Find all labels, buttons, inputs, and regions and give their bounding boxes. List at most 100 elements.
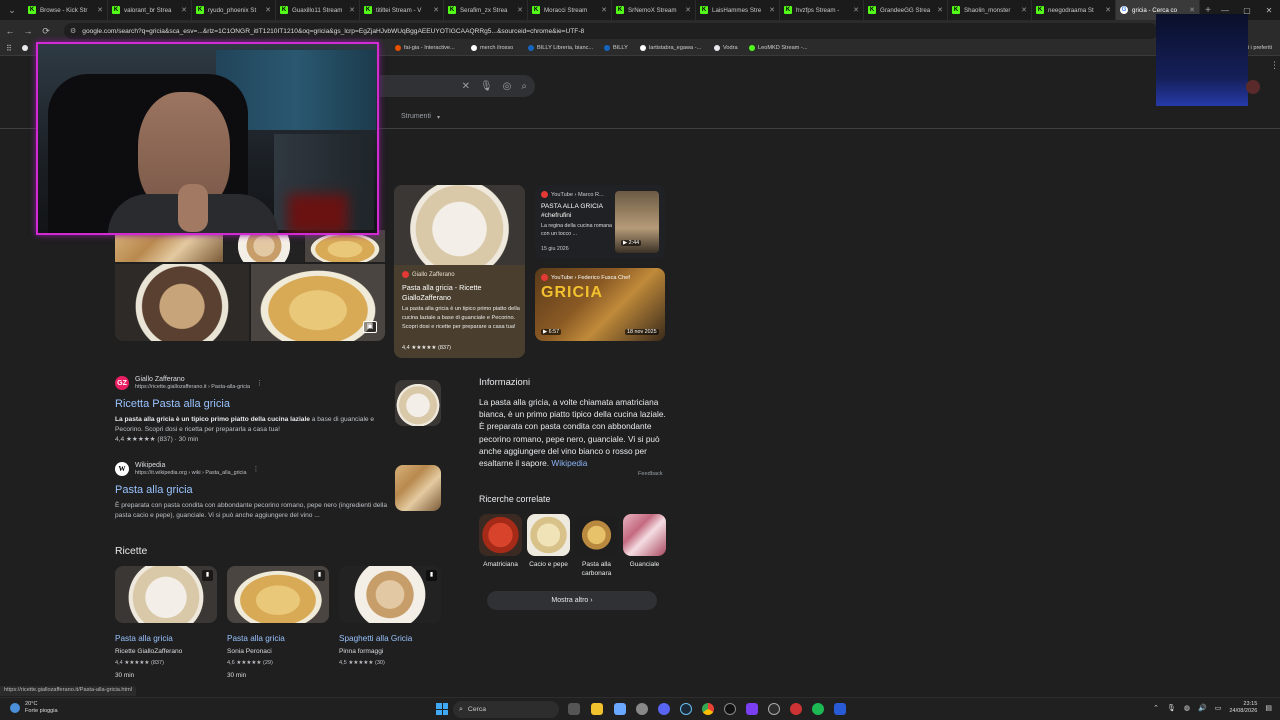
close-tab-icon[interactable]: ✕ <box>853 6 859 14</box>
chevron-up-icon[interactable]: ⌃ <box>1153 704 1159 712</box>
search-box[interactable]: ✕ 🎙 ◎ ⌕ <box>380 75 535 97</box>
bookmark-item[interactable]: LeoMKD Stream -... <box>749 45 807 51</box>
browser-tab[interactable]: K Shaolin_monster ✕ <box>948 0 1032 20</box>
close-tab-icon[interactable]: ✕ <box>1021 6 1027 14</box>
feedback-link[interactable]: Feedback <box>638 471 663 477</box>
related-search-item[interactable]: Cacio e pepe <box>527 514 570 570</box>
file-explorer-icon[interactable] <box>591 703 603 715</box>
app-icon[interactable] <box>790 703 802 715</box>
result-title-link[interactable]: Ricetta Pasta alla gricia <box>115 398 390 410</box>
bookmark-item[interactable]: merch ilrosso <box>471 45 513 51</box>
app-icon[interactable] <box>834 703 846 715</box>
video-title[interactable]: PASTA ALLA GRICIA #chefrufini <box>541 202 613 220</box>
steam-icon[interactable] <box>680 703 692 715</box>
browser-tab[interactable]: K Guaxillo11 Stream ✕ <box>276 0 360 20</box>
image-result[interactable]: ▣ <box>251 264 385 341</box>
related-search-item[interactable]: Pasta alla carbonara <box>575 514 618 578</box>
close-tab-icon[interactable]: ✕ <box>937 6 943 14</box>
task-view-icon[interactable] <box>568 703 580 715</box>
recipe-card[interactable]: ▮ Pasta alla gricia Sonia Peronaci 4,6 ★… <box>227 566 329 679</box>
recipe-card[interactable]: ▮ Spaghetti alla Gricia Pinna formaggi 4… <box>339 566 441 666</box>
bookmark-item[interactable]: Vodra <box>714 45 738 51</box>
reload-icon[interactable]: ⟳ <box>38 26 54 37</box>
apps-grid-icon[interactable]: ⠿ <box>6 44 12 53</box>
gallery-icon[interactable]: ▣ <box>363 321 377 333</box>
result-site[interactable]: W Wikipedia https://it.wikipedia.org › w… <box>115 462 390 476</box>
notifications-icon[interactable]: ▤ <box>1265 704 1272 712</box>
bookmark-icon[interactable]: ▮ <box>314 570 325 581</box>
app-icon[interactable] <box>614 703 626 715</box>
featured-title[interactable]: Pasta alla gricia - Ricette GialloZaffer… <box>402 283 520 303</box>
weather-widget[interactable]: 20°C Forte pioggia <box>10 701 58 715</box>
close-tab-icon[interactable]: ✕ <box>181 6 187 14</box>
browser-tab[interactable]: Khvzfps Stream - ✕ <box>780 0 864 20</box>
clear-search-icon[interactable]: ✕ <box>462 81 470 92</box>
recipe-title[interactable]: Pasta alla gricia <box>115 634 217 643</box>
close-tab-icon[interactable]: ✕ <box>769 6 775 14</box>
recipe-title[interactable]: Pasta alla gricia <box>227 634 329 643</box>
back-icon[interactable]: ← <box>2 26 18 36</box>
close-tab-icon[interactable]: ✕ <box>685 6 691 14</box>
bookmark-item[interactable]: lartistabra_egawa -... <box>640 45 701 51</box>
browser-tab[interactable]: Ktitiltei Stream - V ✕ <box>360 0 444 20</box>
spotify-icon[interactable] <box>812 703 824 715</box>
bookmark-icon[interactable]: ▮ <box>426 570 437 581</box>
site-info-icon[interactable]: ⚙ <box>70 27 76 35</box>
lens-search-icon[interactable]: ◎ <box>503 81 512 92</box>
featured-image[interactable] <box>394 185 525 265</box>
more-options-icon[interactable]: ⋮ <box>252 465 259 473</box>
tab-search-icon[interactable]: ⌄ <box>0 0 24 20</box>
browser-tab[interactable]: K SrNemoX Stream ✕ <box>612 0 696 20</box>
browser-tab[interactable]: K Moracci Stream ✕ <box>528 0 612 20</box>
battery-icon[interactable]: ▭ <box>1215 704 1222 712</box>
network-icon[interactable]: ◍ <box>1184 704 1190 712</box>
close-tab-icon[interactable]: ✕ <box>1189 6 1195 14</box>
close-icon[interactable]: ✕ <box>1258 6 1280 15</box>
close-tab-icon[interactable]: ✕ <box>349 6 355 14</box>
image-result[interactable] <box>115 264 249 341</box>
more-options-icon[interactable]: ⋮ <box>256 379 263 387</box>
address-bar[interactable]: ⚙ google.com/search?q=gricia&sca_esv=...… <box>64 23 1158 39</box>
taskbar-search[interactable]: ⌕ Cerca <box>453 701 559 718</box>
browser-tab[interactable]: K GrandeeGG Strea ✕ <box>864 0 948 20</box>
app-icon[interactable] <box>636 703 648 715</box>
close-tab-icon[interactable]: ✕ <box>601 6 607 14</box>
avatar[interactable] <box>1246 80 1260 94</box>
related-search-item[interactable]: Amatriciana <box>479 514 522 570</box>
wikipedia-link[interactable]: Wikipedia <box>551 458 587 468</box>
google-apps-icon[interactable]: ⋮ <box>1270 60 1279 71</box>
bookmark-item[interactable]: BILLY <box>604 45 628 51</box>
recipe-card[interactable]: ▮ Pasta alla gricia Ricette GialloZaffer… <box>115 566 217 679</box>
close-tab-icon[interactable]: ✕ <box>97 6 103 14</box>
browser-tab[interactable]: K LaisHammes Stre ✕ <box>696 0 780 20</box>
result-site[interactable]: GZ Giallo Zafferano https://ricette.gial… <box>115 376 390 390</box>
related-search-item[interactable]: Guanciale <box>623 514 666 570</box>
bookmark-item[interactable] <box>22 45 31 51</box>
browser-tab[interactable]: Kryudo_phoenix St ✕ <box>192 0 276 20</box>
tools-menu[interactable]: Strumenti <box>401 113 431 120</box>
result-thumbnail[interactable] <box>395 465 441 511</box>
browser-tab[interactable]: K Browse - Kick Str ✕ <box>24 0 108 20</box>
close-tab-icon[interactable]: ✕ <box>517 6 523 14</box>
forward-icon[interactable]: → <box>20 26 36 36</box>
chrome-icon[interactable] <box>702 703 714 715</box>
browser-tab[interactable]: Kvalorant_br Strea ✕ <box>108 0 192 20</box>
recipe-title[interactable]: Spaghetti alla Gricia <box>339 634 441 643</box>
close-tab-icon[interactable]: ✕ <box>265 6 271 14</box>
video-result[interactable]: YouTube › Federico Fusca Chef GRICIA ▶ 6… <box>535 268 665 341</box>
close-tab-icon[interactable]: ✕ <box>1105 6 1111 14</box>
clock[interactable]: 23:15 24/08/2026 <box>1229 701 1257 715</box>
search-icon[interactable]: ⌕ <box>521 81 527 92</box>
app-icon[interactable] <box>746 703 758 715</box>
show-more-button[interactable]: Mostra altro › <box>487 591 657 610</box>
microphone-icon[interactable]: 🎙 <box>1167 704 1176 712</box>
bookmark-item[interactable]: BILLY Libreria, bianc... <box>528 45 593 51</box>
windows-start-icon[interactable] <box>436 703 448 715</box>
voice-search-icon[interactable]: 🎙 <box>480 81 493 92</box>
bookmark-item[interactable]: fai-gia - Interactive... <box>395 45 455 51</box>
app-icon[interactable] <box>768 703 780 715</box>
browser-tab[interactable]: Kneegodraama St ✕ <box>1032 0 1116 20</box>
bookmark-icon[interactable]: ▮ <box>202 570 213 581</box>
result-thumbnail[interactable] <box>395 380 441 426</box>
volume-icon[interactable]: 🔊 <box>1198 704 1207 712</box>
